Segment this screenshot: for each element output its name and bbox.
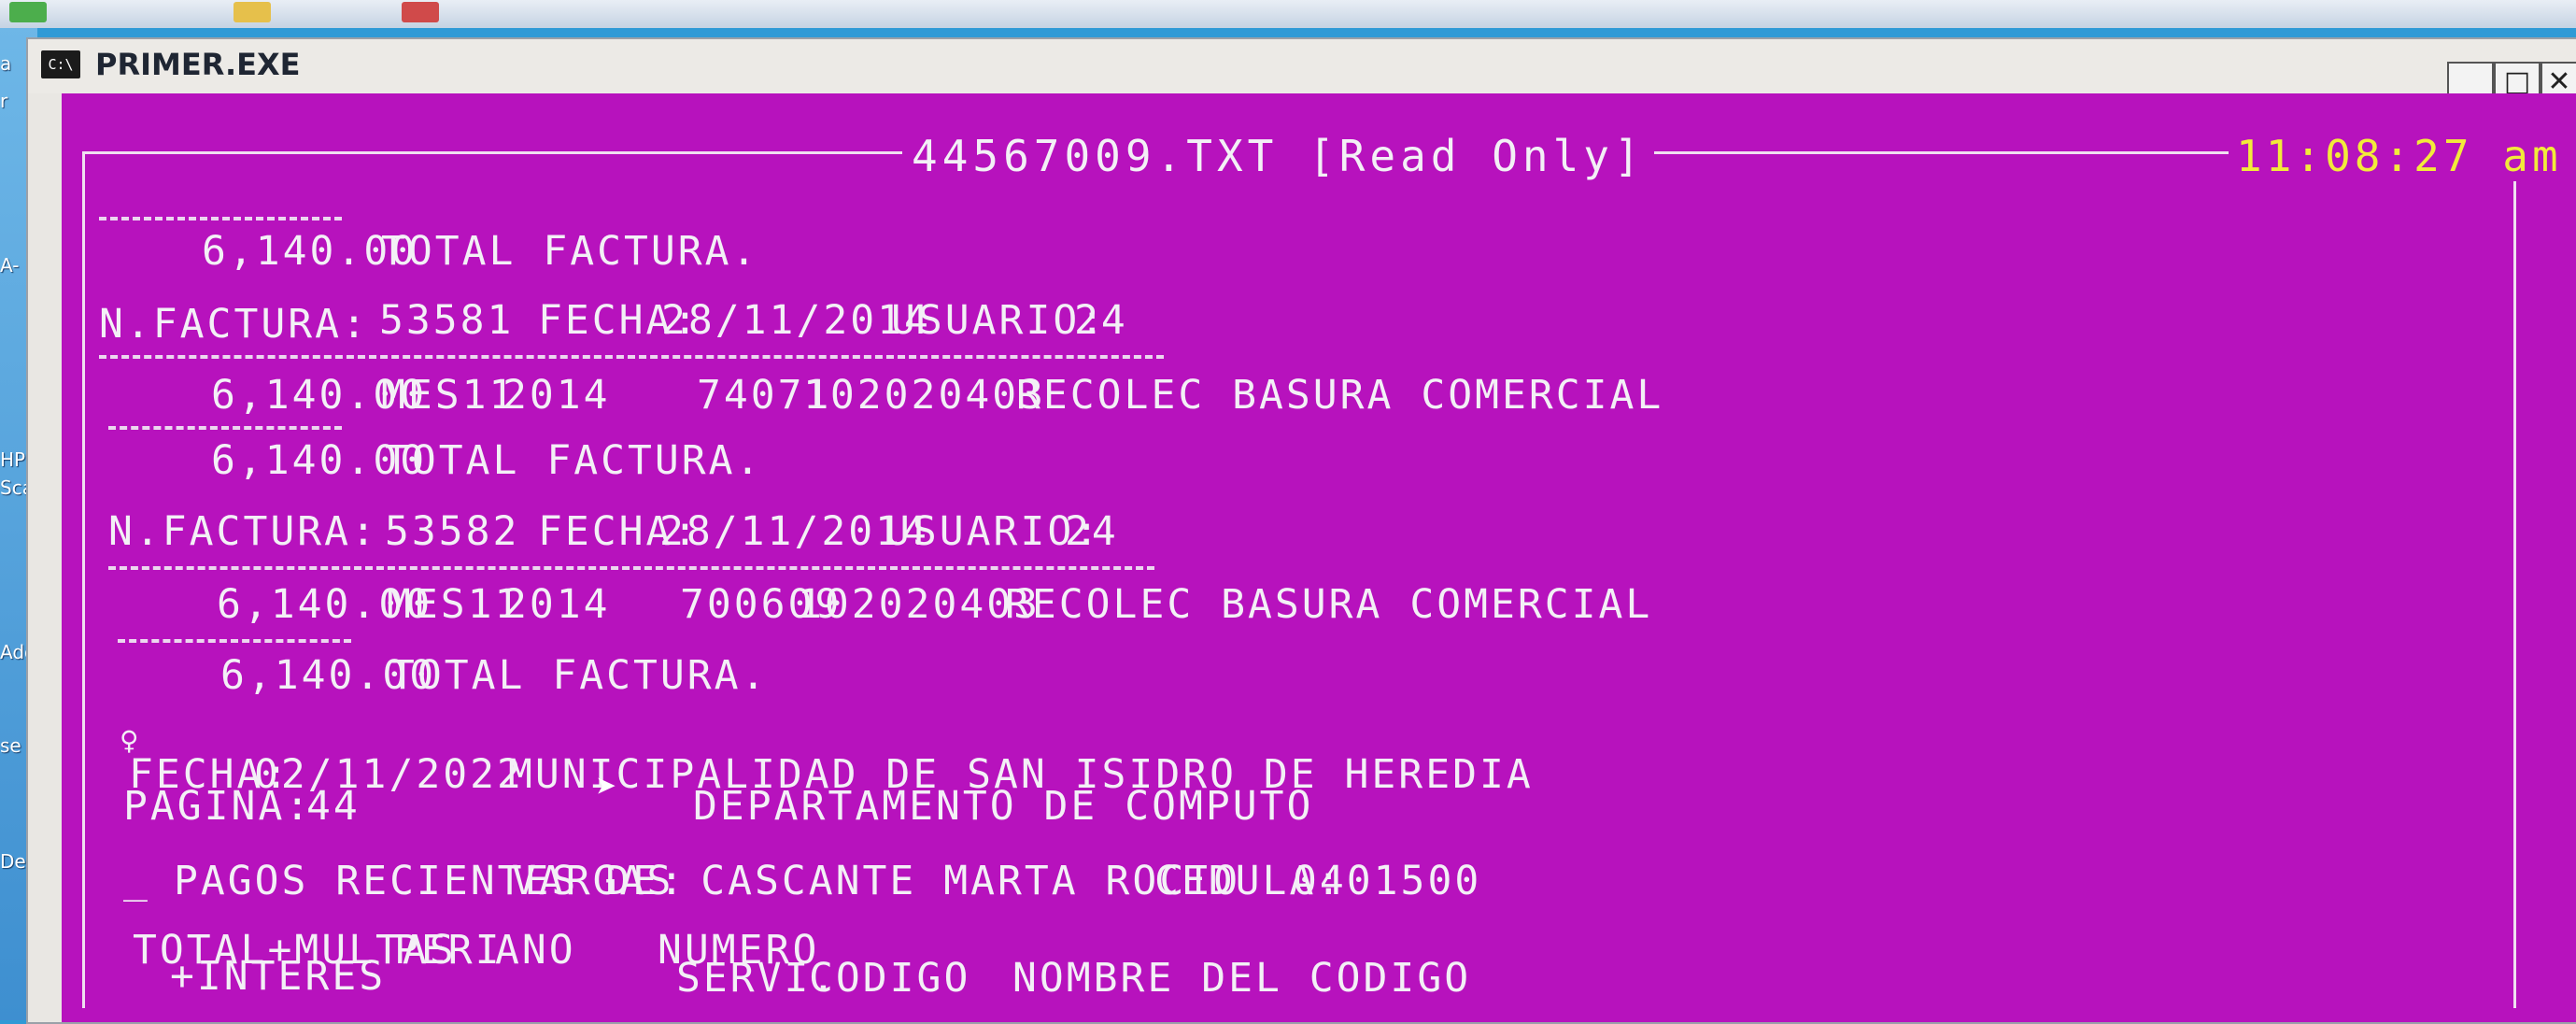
file-title: 44567009.TXT [Read Only] [902, 131, 1654, 181]
person-name: VARGAS CASCANTE MARTA ROCIO [512, 858, 1240, 904]
taskbar-app-icon[interactable] [9, 2, 47, 22]
line-code: 102020403 [798, 581, 1040, 628]
column-codigo: CODIGO [809, 955, 971, 1002]
line-year: 2014 [502, 372, 611, 419]
clock: 11:08:27 am [2229, 131, 2569, 181]
pagina-label: PAGINA: [123, 783, 313, 830]
console-screen[interactable]: 44567009.TXT [Read Only] 11:08:27 am 6,1… [62, 93, 2576, 1022]
line-description: RECOLEC BASURA COMERCIAL [1016, 372, 1664, 419]
factura-number: 53582 [385, 508, 520, 555]
total-label: TOTAL FACTURA. [381, 228, 759, 275]
divider [99, 355, 1164, 359]
divider [118, 639, 351, 643]
desktop-label: r [0, 90, 8, 112]
factura-label: N.FACTURA: [108, 508, 378, 555]
taskbar-top [0, 0, 2576, 28]
window-title: PRIMER.EXE [95, 47, 301, 82]
total-label: TOTAL FACTURA. [385, 437, 763, 484]
factura-number: 53581 [379, 297, 515, 344]
column-nombre-codigo: NOMBRE DEL CODIGO [1012, 955, 1472, 1002]
column-ano: ANO [495, 927, 576, 974]
total-label: TOTAL FACTURA. [390, 652, 769, 699]
divider [108, 426, 342, 430]
factura-label: N.FACTURA: [99, 301, 369, 348]
line-year: 2014 [502, 581, 611, 628]
console-window: C:\ PRIMER.EXE _ □ ✕ 44567009.TXT [Read … [26, 37, 2576, 1024]
divider [108, 566, 1154, 570]
taskbar-file-icon[interactable] [402, 2, 439, 22]
column-periodo: PERI [394, 927, 502, 974]
prompt-cursor: _ [123, 856, 150, 903]
line-code: 102020403 [803, 372, 1046, 419]
department-name: DEPARTAMENTO DE COMPUTO [693, 783, 1314, 830]
desktop-label: HP [0, 448, 26, 471]
line-month: MES11 [387, 581, 522, 628]
console-icon: C:\ [41, 50, 80, 78]
desktop-label: A- [0, 254, 20, 277]
usuario-value: 24 [1074, 297, 1128, 344]
mouse-cursor-icon: ➤ [596, 766, 620, 807]
taskbar-folder-icon[interactable] [234, 2, 271, 22]
desktop-label: a [0, 52, 12, 75]
line-month: MES11 [381, 372, 517, 419]
cedula-value: 0401500 [1293, 858, 1482, 904]
pagina-value: 44 [306, 783, 361, 830]
usuario-value: 24 [1065, 508, 1119, 555]
column-interes: +INTERES [170, 953, 387, 1000]
line-description: RECOLEC BASURA COMERCIAL [1005, 581, 1653, 628]
window-titlebar[interactable]: C:\ PRIMER.EXE [28, 39, 2576, 93]
divider [99, 217, 342, 220]
desktop-label: se [0, 734, 21, 757]
